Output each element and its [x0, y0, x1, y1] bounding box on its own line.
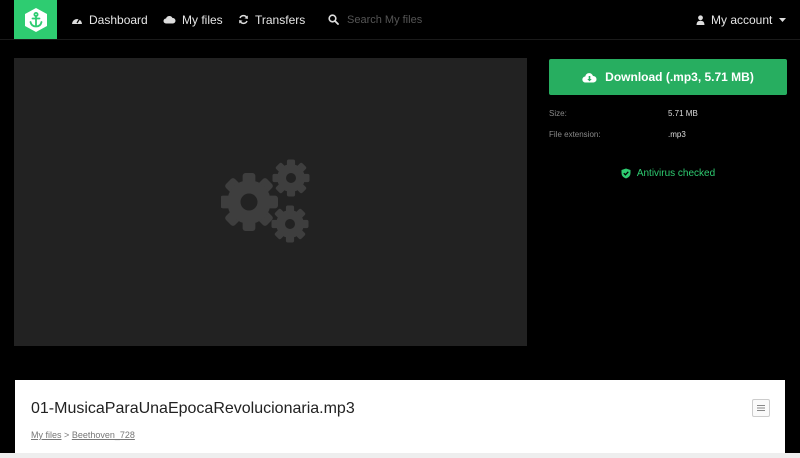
size-row: Size: 5.71 MB — [549, 106, 789, 120]
breadcrumb-my-files[interactable]: My files — [31, 430, 62, 440]
refresh-icon — [238, 14, 249, 25]
cloud-download-icon — [582, 72, 597, 83]
cloud-icon — [163, 15, 176, 24]
file-name: 01-MusicaParaUnaEpocaRevolucionaria.mp3 — [31, 400, 355, 417]
nav-transfers[interactable]: Transfers — [238, 0, 305, 39]
breadcrumb: My files > Beethoven_728 — [31, 430, 135, 440]
nav-dashboard[interactable]: Dashboard — [71, 0, 148, 39]
nav-dashboard-label: Dashboard — [89, 12, 148, 27]
dashboard-icon — [71, 15, 83, 25]
file-details-panel: 01-MusicaParaUnaEpocaRevolucionaria.mp3 … — [15, 380, 785, 458]
gears-icon — [220, 159, 309, 243]
antivirus-label: Antivirus checked — [636, 167, 716, 179]
page-bottom-edge — [0, 453, 800, 458]
antivirus-status: Antivirus checked — [549, 165, 787, 181]
account-label: My account — [711, 12, 773, 27]
chevron-down-icon — [779, 17, 787, 22]
breadcrumb-folder[interactable]: Beethoven_728 — [72, 430, 135, 440]
search-input[interactable] — [347, 13, 507, 26]
shield-check-icon — [621, 168, 631, 179]
breadcrumb-separator: > — [64, 430, 70, 440]
list-icon — [757, 405, 765, 411]
search-bar — [328, 0, 507, 39]
extension-value: .mp3 — [668, 129, 686, 139]
download-button-label: Download (.mp3, 5.71 MB) — [605, 70, 754, 84]
nav-my-files[interactable]: My files — [163, 0, 223, 39]
top-navbar: Dashboard My files Transfers My account — [0, 0, 800, 40]
user-icon — [696, 14, 705, 25]
size-value: 5.71 MB — [668, 108, 698, 118]
extension-label: File extension: — [549, 129, 601, 139]
nav-transfers-label: Transfers — [255, 12, 306, 27]
search-icon — [328, 14, 339, 25]
anchor-icon — [24, 7, 47, 32]
account-menu[interactable]: My account — [696, 0, 787, 39]
nav-my-files-label: My files — [182, 12, 223, 27]
anchor-logo[interactable] — [14, 0, 57, 39]
size-label: Size: — [549, 108, 567, 118]
extension-row: File extension: .mp3 — [549, 127, 789, 141]
file-preview — [14, 58, 527, 346]
file-menu-button[interactable] — [752, 399, 770, 417]
download-button[interactable]: Download (.mp3, 5.71 MB) — [549, 59, 787, 95]
